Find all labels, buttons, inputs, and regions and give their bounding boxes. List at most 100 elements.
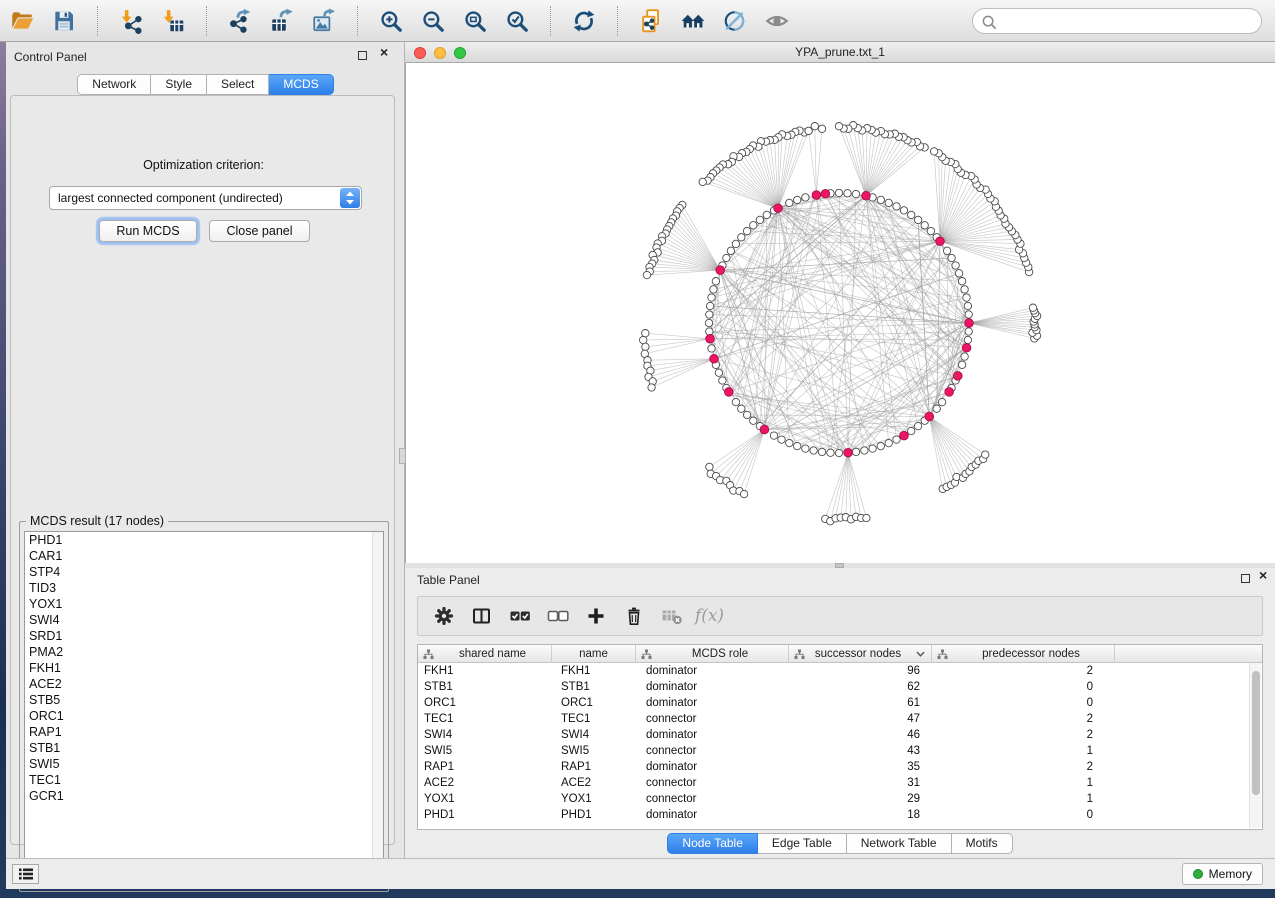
search-input[interactable]: [1001, 10, 1253, 32]
table-cell: dominator: [636, 807, 789, 823]
network-canvas[interactable]: [405, 63, 1275, 563]
mcds-result-item[interactable]: SWI5: [25, 756, 383, 772]
toolbar-separator: [550, 6, 551, 36]
show-graphics-details-icon[interactable]: [763, 7, 791, 35]
table-cell: 1: [932, 775, 1115, 791]
mcds-result-list[interactable]: PHD1CAR1STP4TID3YOX1SWI4SRD1PMA2FKH1ACE2…: [24, 531, 384, 887]
mcds-result-item[interactable]: SRD1: [25, 628, 383, 644]
mcds-result-item[interactable]: ORC1: [25, 708, 383, 724]
network-home-icon[interactable]: [679, 7, 707, 35]
table-scrollbar-thumb[interactable]: [1252, 671, 1260, 795]
toolbar-separator: [617, 6, 618, 36]
export-network-icon[interactable]: [226, 7, 254, 35]
close-panel-button[interactable]: Close panel: [209, 220, 310, 242]
table-cell: connector: [636, 711, 789, 727]
delete-table-icon[interactable]: [660, 605, 683, 628]
network-graph[interactable]: [406, 63, 1275, 563]
run-mcds-button[interactable]: Run MCDS: [99, 220, 197, 242]
column-header-name[interactable]: name: [552, 645, 636, 663]
network-window: YPA_prune.txt_1: [405, 42, 1275, 563]
table-row[interactable]: PHD1PHD1dominator180: [418, 807, 1262, 823]
mcds-result-item[interactable]: RAP1: [25, 724, 383, 740]
mcds-result-item[interactable]: GCR1: [25, 788, 383, 804]
delete-column-icon[interactable]: [622, 605, 645, 628]
table-row[interactable]: STB1STB1dominator620: [418, 679, 1262, 695]
mcds-result-item[interactable]: CAR1: [25, 548, 383, 564]
close-table-panel-icon[interactable]: ×: [1259, 570, 1267, 580]
function-builder-icon[interactable]: f(x): [698, 605, 721, 628]
float-table-panel-icon[interactable]: [1241, 574, 1250, 583]
save-session-icon[interactable]: [50, 7, 78, 35]
table-cell: connector: [636, 743, 789, 759]
tab-node-table[interactable]: Node Table: [667, 833, 758, 854]
tab-style[interactable]: Style: [151, 74, 207, 95]
column-header-predecessor-nodes[interactable]: predecessor nodes: [932, 645, 1115, 663]
table-settings-icon[interactable]: [432, 605, 455, 628]
mcds-result-item[interactable]: STB5: [25, 692, 383, 708]
table-row[interactable]: TEC1TEC1connector472: [418, 711, 1262, 727]
memory-button[interactable]: Memory: [1182, 863, 1263, 885]
table-cell: 2: [932, 727, 1115, 743]
import-table-icon[interactable]: [159, 7, 187, 35]
mcds-result-item[interactable]: TID3: [25, 580, 383, 596]
table-cell: SWI4: [418, 727, 552, 743]
tab-edge-table[interactable]: Edge Table: [758, 833, 847, 854]
mcds-result-item[interactable]: TEC1: [25, 772, 383, 788]
mcds-result-item[interactable]: ACE2: [25, 676, 383, 692]
mcds-tab-content: Optimization criterion: largest connecte…: [10, 95, 395, 845]
export-image-icon[interactable]: [310, 7, 338, 35]
column-header-successor-nodes[interactable]: successor nodes: [789, 645, 932, 663]
optimization-criterion-select[interactable]: largest connected component (undirected): [49, 186, 362, 210]
mcds-result-item[interactable]: YOX1: [25, 596, 383, 612]
table-tabs: Node Table Edge Table Network Table Moti…: [405, 833, 1275, 854]
tab-network-table[interactable]: Network Table: [847, 833, 952, 854]
table-row[interactable]: FKH1FKH1dominator962: [418, 663, 1262, 679]
open-file-icon[interactable]: [8, 7, 36, 35]
tab-motifs[interactable]: Motifs: [952, 833, 1013, 854]
table-cell: TEC1: [552, 711, 636, 727]
mcds-result-item[interactable]: PMA2: [25, 644, 383, 660]
zoom-fit-icon[interactable]: [461, 7, 489, 35]
mcds-list-scrollbar[interactable]: [372, 532, 383, 886]
close-panel-icon[interactable]: ×: [380, 47, 388, 57]
hide-graphics-details-icon[interactable]: [721, 7, 749, 35]
table-row[interactable]: RAP1RAP1dominator352: [418, 759, 1262, 775]
column-header-MCDS-role[interactable]: MCDS role: [636, 645, 789, 663]
network-window-titlebar[interactable]: YPA_prune.txt_1: [405, 42, 1275, 63]
table-scrollbar[interactable]: [1249, 663, 1261, 828]
table-row[interactable]: ACE2ACE2connector311: [418, 775, 1262, 791]
search-field[interactable]: [972, 8, 1262, 34]
task-history-button[interactable]: [12, 864, 39, 884]
table-cell: 47: [789, 711, 932, 727]
deselect-all-rows-icon[interactable]: [546, 605, 569, 628]
mcds-result-item[interactable]: STB1: [25, 740, 383, 756]
apply-layout-icon[interactable]: [570, 7, 598, 35]
cytoscape-app: { "toolbar": { "search_placeholder": "",…: [0, 0, 1275, 898]
zoom-out-icon[interactable]: [419, 7, 447, 35]
float-panel-icon[interactable]: [358, 51, 367, 60]
column-header-shared-name[interactable]: shared name: [418, 645, 552, 663]
tab-mcds[interactable]: MCDS: [269, 74, 333, 95]
memory-label: Memory: [1209, 867, 1252, 881]
mcds-result-item[interactable]: SWI4: [25, 612, 383, 628]
table-cell: dominator: [636, 679, 789, 695]
zoom-selected-icon[interactable]: [503, 7, 531, 35]
tab-select[interactable]: Select: [207, 74, 269, 95]
select-all-rows-icon[interactable]: [508, 605, 531, 628]
mcds-result-item[interactable]: PHD1: [25, 532, 383, 548]
add-column-icon[interactable]: [584, 605, 607, 628]
table-cell: 1: [932, 743, 1115, 759]
zoom-in-icon[interactable]: [377, 7, 405, 35]
mcds-result-item[interactable]: STP4: [25, 564, 383, 580]
table-row[interactable]: YOX1YOX1connector291: [418, 791, 1262, 807]
import-network-icon[interactable]: [117, 7, 145, 35]
table-row[interactable]: SWI4SWI4dominator462: [418, 727, 1262, 743]
export-table-icon[interactable]: [268, 7, 296, 35]
control-panel-tabs: Network Style Select MCDS: [6, 74, 405, 95]
tab-network[interactable]: Network: [77, 74, 151, 95]
table-row[interactable]: SWI5SWI5connector431: [418, 743, 1262, 759]
table-row[interactable]: ORC1ORC1dominator610: [418, 695, 1262, 711]
clone-network-icon[interactable]: [637, 7, 665, 35]
column-view-icon[interactable]: [470, 605, 493, 628]
mcds-result-item[interactable]: FKH1: [25, 660, 383, 676]
